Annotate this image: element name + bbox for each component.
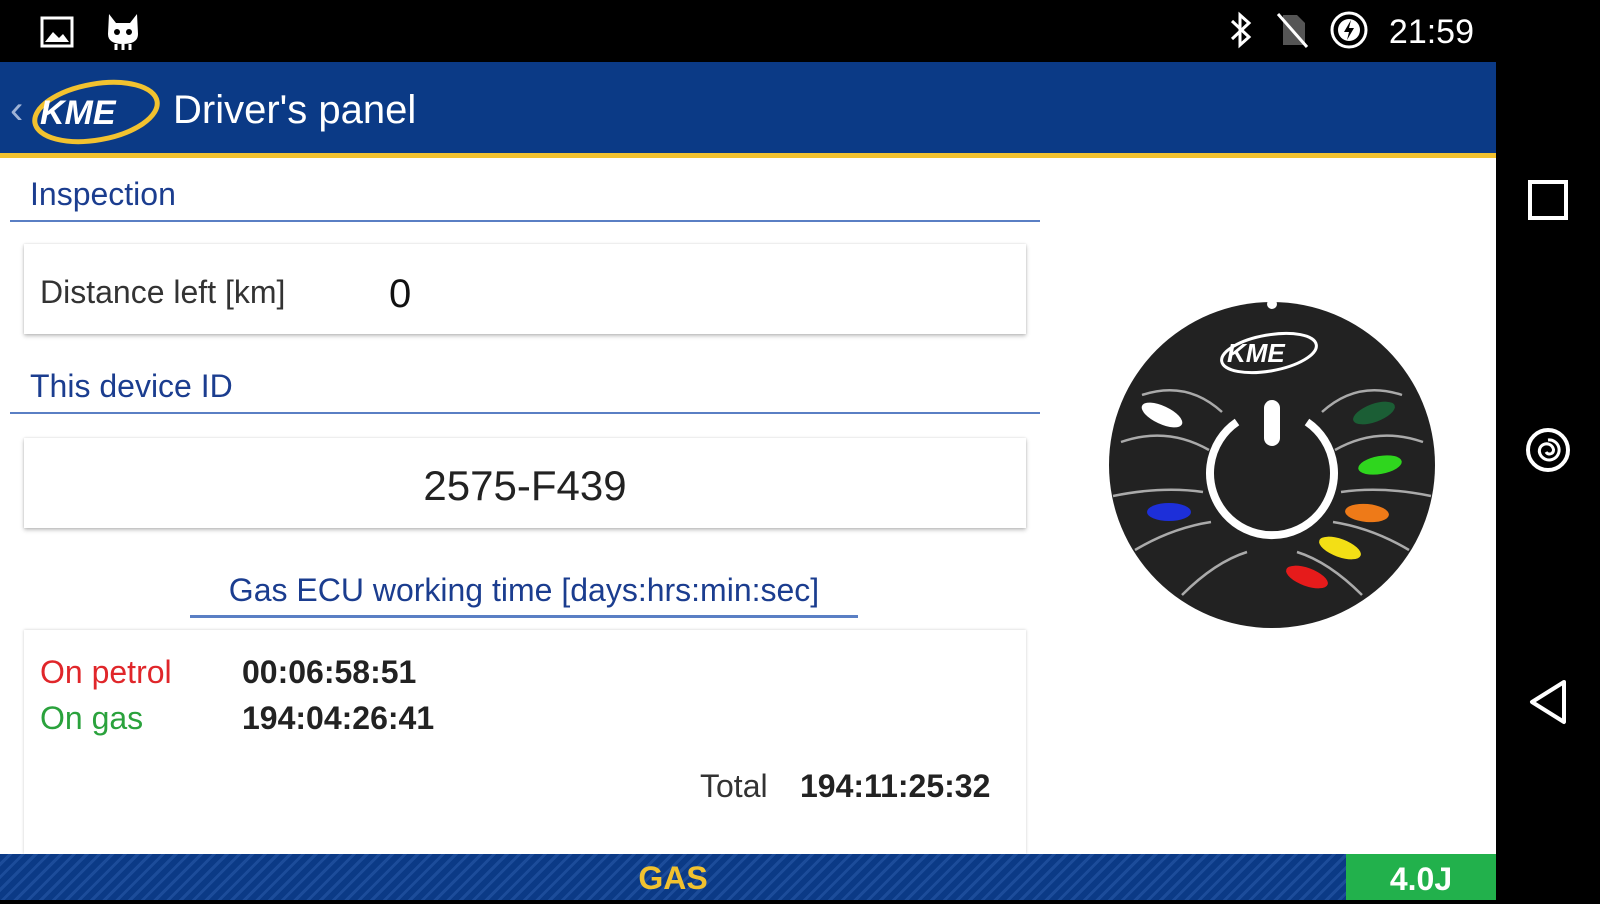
- device-id-card: 2575-F439: [24, 438, 1026, 528]
- fuel-mode-label: GAS: [638, 860, 708, 896]
- gas-label: On gas: [40, 700, 144, 736]
- ecu-time-card: On petrol 00:06:58:51 On gas 194:04:26:4…: [24, 630, 1026, 854]
- clock: 21:59: [1388, 13, 1474, 51]
- distance-card: Distance left [km] 0: [24, 244, 1026, 334]
- gas-time-value: 194:04:26:41: [242, 700, 435, 736]
- logo-text: KME: [40, 94, 117, 132]
- cat-icon: [104, 12, 142, 57]
- status-bar: 21:59: [0, 0, 1496, 62]
- battery-charging-icon: [1329, 10, 1369, 55]
- ecu-time-title: Gas ECU working time [days:hrs:min:sec]: [228, 572, 820, 608]
- image-icon: [40, 15, 74, 54]
- blue-led: [1147, 503, 1191, 521]
- kme-logo[interactable]: KME: [30, 76, 165, 151]
- total-time-value: 194:11:25:32: [800, 768, 991, 804]
- bluetooth-icon: [1227, 11, 1255, 54]
- lpg-switch-panel[interactable]: KME: [1107, 299, 1437, 635]
- version-badge: 4.0J: [1346, 854, 1496, 900]
- device-id-value: 2575-F439: [423, 462, 627, 509]
- total-label: Total: [700, 768, 768, 804]
- back-icon[interactable]: [1518, 672, 1578, 732]
- app-screen: ‹ KME Driver's panel Inspection Distance…: [0, 62, 1496, 900]
- inspection-section-title: Inspection: [30, 176, 176, 212]
- section-divider: [10, 412, 1040, 414]
- distance-value: 0: [389, 272, 412, 316]
- section-divider: [10, 220, 1040, 222]
- panel-logo-text: KME: [1227, 338, 1285, 368]
- device-section-title: This device ID: [30, 368, 233, 404]
- home-icon[interactable]: [1518, 420, 1578, 480]
- petrol-time-value: 00:06:58:51: [242, 654, 417, 690]
- section-divider: [190, 615, 858, 618]
- back-chevron-icon[interactable]: ‹: [10, 90, 23, 130]
- bottom-status-bar: GAS 4.0J: [0, 854, 1496, 900]
- app-bar: ‹ KME Driver's panel: [0, 62, 1496, 158]
- nav-bar: [1496, 0, 1600, 900]
- petrol-label: On petrol: [40, 654, 172, 690]
- page-title: Driver's panel: [173, 88, 417, 132]
- recent-apps-icon[interactable]: [1518, 170, 1578, 230]
- no-sim-icon: [1275, 11, 1309, 54]
- distance-label: Distance left [km]: [40, 274, 286, 310]
